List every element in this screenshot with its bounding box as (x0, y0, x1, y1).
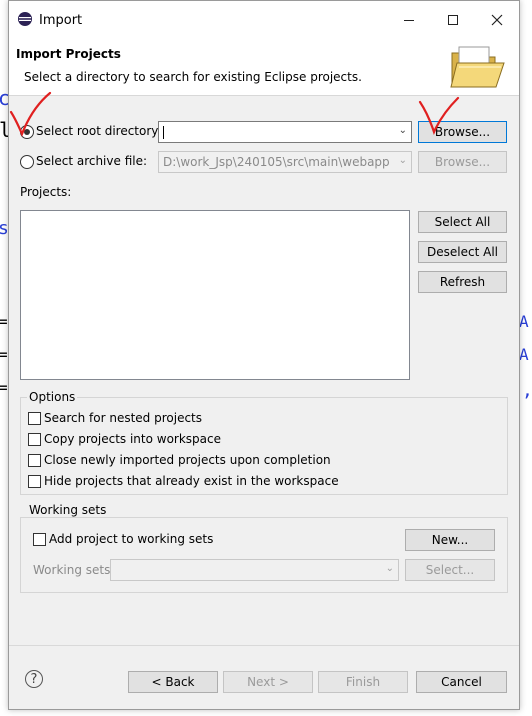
root-directory-label[interactable]: Select root directory: (36, 124, 162, 138)
back-button[interactable]: < Back (128, 671, 218, 693)
deselect-all-button[interactable]: Deselect All (418, 241, 507, 263)
background-code: , (522, 380, 532, 401)
working-sets-label: Working sets: (33, 563, 115, 577)
minimize-button[interactable] (387, 1, 431, 39)
next-button: Next > (223, 671, 313, 693)
text-caret (163, 126, 164, 139)
archive-file-label[interactable]: Select archive file: (36, 154, 147, 168)
background-code: = (0, 312, 8, 331)
cancel-button[interactable]: Cancel (416, 671, 507, 693)
title-bar[interactable]: Import (9, 1, 519, 39)
archive-file-combo: D:\work_Jsp\240105\src\main\webapp ⌄ (158, 151, 412, 173)
copy-projects-checkbox[interactable] (28, 433, 41, 446)
window-title: Import (39, 13, 83, 28)
options-title: Options (27, 390, 78, 404)
browse-root-button[interactable]: Browse... (418, 121, 507, 143)
background-code: A (519, 312, 529, 331)
finish-button: Finish (318, 671, 408, 693)
background-code: = (0, 378, 8, 397)
hide-existing-checkbox[interactable] (28, 475, 41, 488)
nested-projects-checkbox[interactable] (28, 412, 41, 425)
close-button[interactable] (475, 1, 519, 39)
chevron-down-icon: ⌄ (398, 155, 407, 166)
close-imported-label[interactable]: Close newly imported projects upon compl… (44, 453, 331, 467)
footer-separator (9, 645, 519, 646)
hide-existing-label[interactable]: Hide projects that already exist in the … (44, 474, 339, 488)
maximize-icon (448, 15, 458, 25)
folder-icon (450, 46, 505, 88)
working-sets-title: Working sets (27, 503, 109, 517)
select-all-button[interactable]: Select All (418, 211, 507, 233)
root-directory-combo[interactable]: ⌄ (158, 121, 412, 143)
add-to-working-sets-checkbox[interactable] (33, 533, 46, 546)
archive-file-value: D:\work_Jsp\240105\src\main\webapp (163, 155, 390, 169)
add-to-working-sets-label[interactable]: Add project to working sets (49, 532, 213, 546)
nested-projects-label[interactable]: Search for nested projects (44, 411, 202, 425)
page-title: Import Projects (16, 47, 121, 61)
chevron-down-icon: ⌄ (385, 563, 394, 574)
copy-projects-label[interactable]: Copy projects into workspace (44, 432, 221, 446)
working-sets-combo: ⌄ (110, 559, 399, 581)
chevron-down-icon[interactable]: ⌄ (399, 125, 407, 136)
page-description: Select a directory to search for existin… (24, 70, 362, 84)
import-dialog: Import Import Projects Select a director… (8, 0, 520, 710)
maximize-button[interactable] (431, 1, 475, 39)
help-icon[interactable]: ? (25, 670, 43, 688)
close-icon (491, 14, 503, 26)
projects-list[interactable] (20, 210, 410, 380)
background-code: = (0, 345, 8, 364)
minimize-icon (404, 20, 414, 21)
select-working-sets-button: Select... (405, 559, 495, 581)
browse-archive-button: Browse... (418, 151, 507, 173)
wizard-banner: Import Projects Select a directory to se… (9, 39, 519, 96)
background-code: A (519, 345, 529, 364)
refresh-button[interactable]: Refresh (418, 271, 507, 293)
close-imported-checkbox[interactable] (28, 454, 41, 467)
eclipse-icon (18, 12, 32, 26)
new-working-set-button[interactable]: New... (405, 529, 495, 551)
root-directory-radio[interactable] (20, 125, 34, 139)
archive-file-radio[interactable] (20, 155, 34, 169)
projects-label: Projects: (20, 185, 72, 199)
